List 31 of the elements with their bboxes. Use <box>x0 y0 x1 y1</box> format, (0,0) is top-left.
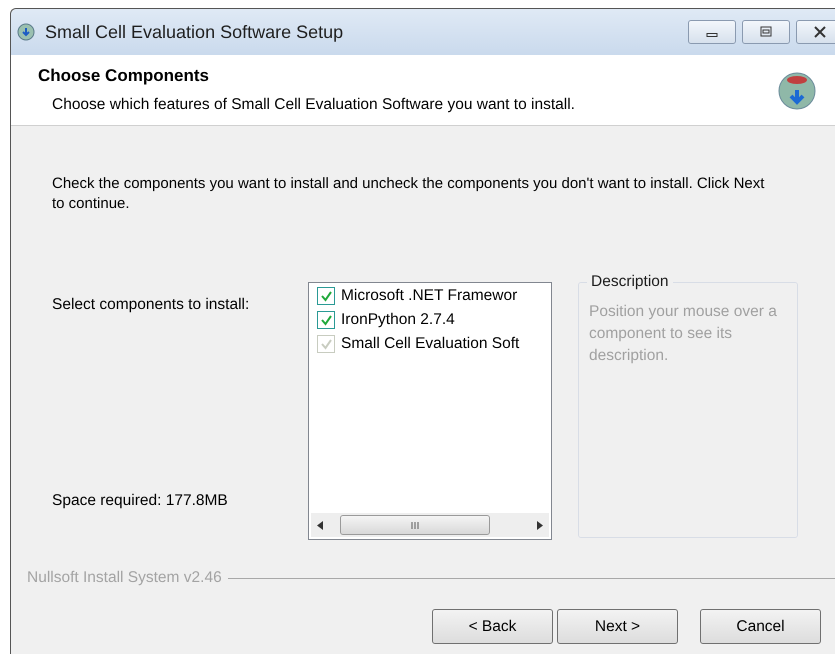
check-icon <box>320 314 332 326</box>
select-components-label: Select components to install: <box>52 296 250 314</box>
minimize-button[interactable] <box>688 20 736 44</box>
maximize-icon <box>759 26 773 38</box>
space-required-text: Space required: 177.8MB <box>52 492 229 510</box>
scrollbar-thumb[interactable] <box>340 515 490 535</box>
page-subtitle: Choose which features of Small Cell Evaluation Software you want to install. <box>52 96 576 114</box>
description-text: Position your mouse over a component to see its description. <box>589 302 778 366</box>
component-item[interactable]: IronPython 2.7.4 <box>317 311 551 329</box>
checkbox[interactable] <box>317 311 335 329</box>
installer-logo-icon <box>778 70 816 110</box>
component-item[interactable]: Microsoft .NET Framewor <box>317 287 551 305</box>
maximize-button[interactable] <box>742 20 790 44</box>
back-button[interactable]: < Back <box>432 609 553 644</box>
horizontal-scrollbar[interactable] <box>311 513 549 537</box>
branding-text: Nullsoft Install System v2.46 <box>27 569 222 587</box>
scroll-left-icon[interactable] <box>317 520 324 530</box>
minimize-icon <box>705 33 719 37</box>
cancel-button[interactable]: Cancel <box>700 609 821 644</box>
next-button[interactable]: Next > <box>557 609 678 644</box>
scroll-right-icon[interactable] <box>536 520 543 530</box>
description-legend: Description <box>587 273 673 291</box>
checkbox[interactable] <box>317 287 335 305</box>
close-button[interactable] <box>796 20 835 44</box>
instructions-text: Check the components you want to install and uncheck the components you don't want to install. Click Next to continue. <box>52 174 766 214</box>
close-icon <box>813 26 827 38</box>
installer-icon <box>17 23 35 41</box>
page-title: Choose Components <box>38 66 210 86</box>
check-icon <box>320 338 332 350</box>
check-icon <box>320 290 332 302</box>
window-title: Small Cell Evaluation Software Setup <box>45 22 344 42</box>
